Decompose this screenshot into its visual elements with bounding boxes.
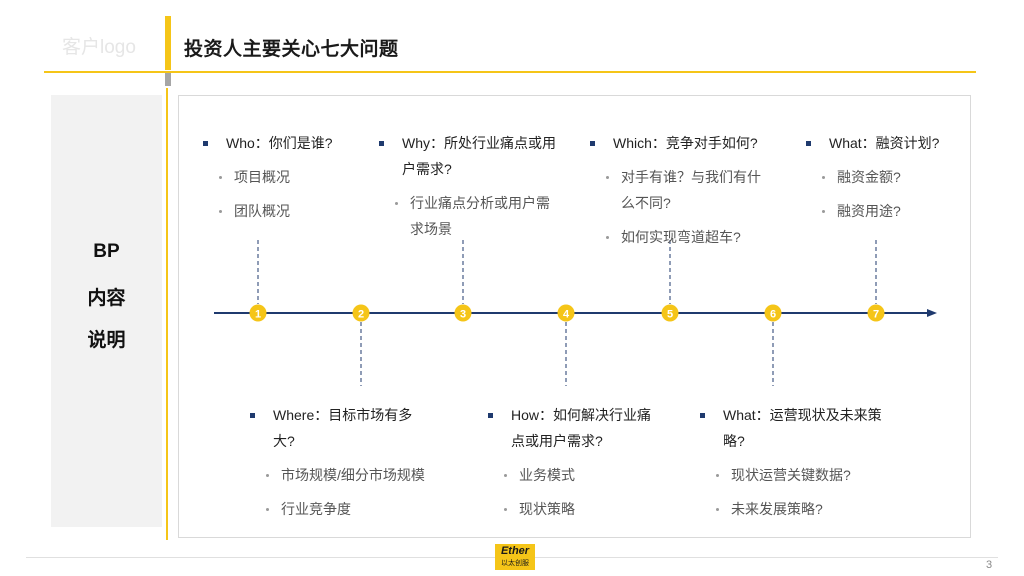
question-item: 未来发展策略? bbox=[700, 496, 920, 522]
node-number-7: 7 bbox=[873, 309, 879, 321]
item-text: 未来发展策略? bbox=[731, 501, 823, 517]
bullet-square bbox=[700, 413, 705, 418]
bullet-dot bbox=[504, 508, 507, 511]
item-text: 对手有谁？与我们有什 bbox=[621, 169, 761, 185]
heading-text: Why：所处行业痛点或用 bbox=[402, 135, 556, 151]
question-item: 市场规模/细分市场规模 bbox=[250, 462, 460, 488]
bullet-dot bbox=[219, 210, 222, 213]
heading-text: Which：竞争对手如何? bbox=[613, 135, 758, 151]
heading-text: How：如何解决行业痛 bbox=[511, 407, 652, 423]
question-heading: Which：竞争对手如何? bbox=[590, 130, 790, 156]
question-item: 行业竞争度 bbox=[250, 496, 460, 522]
footer-logo-subtext: 以太创服 bbox=[501, 560, 529, 567]
question-item: 行业痛点分析或用户需 求场景 bbox=[379, 190, 579, 242]
node-number-5: 5 bbox=[667, 309, 673, 321]
bullet-dot bbox=[822, 210, 825, 213]
question-how: How：如何解决行业痛 点或用户需求? 业务模式 现状策略 bbox=[488, 402, 688, 522]
footer-logo-wordmark: Ether bbox=[500, 545, 530, 557]
item-text: 行业痛点分析或用户需 bbox=[410, 195, 550, 211]
heading-text: What：融资计划? bbox=[829, 135, 940, 151]
item-text: 融资用途? bbox=[837, 203, 901, 219]
item-text: 求场景 bbox=[410, 221, 452, 237]
question-item: 现状策略 bbox=[488, 496, 688, 522]
bullet-dot bbox=[822, 176, 825, 179]
bullet-dot bbox=[266, 474, 269, 477]
bullet-square bbox=[250, 413, 255, 418]
question-why: Why：所处行业痛点或用 户需求? 行业痛点分析或用户需 求场景 bbox=[379, 130, 579, 242]
question-what-financing: What：融资计划? 融资金额? 融资用途? bbox=[806, 130, 966, 224]
question-heading: Why：所处行业痛点或用 户需求? bbox=[379, 130, 579, 182]
item-text: 团队概况 bbox=[234, 203, 290, 219]
question-item: 融资金额? bbox=[806, 164, 966, 190]
question-item: 团队概况 bbox=[203, 198, 363, 224]
bullet-square bbox=[203, 141, 208, 146]
item-text: 行业竞争度 bbox=[281, 501, 351, 517]
heading-text: Where：目标市场有多 bbox=[273, 407, 413, 423]
question-what-operations: What：运营现状及未来策 略? 现状运营关键数据? 未来发展策略? bbox=[700, 402, 920, 522]
question-item: 如何实现弯道超车? bbox=[590, 224, 790, 250]
question-heading: Where：目标市场有多 大? bbox=[250, 402, 460, 454]
heading-text: 户需求? bbox=[402, 161, 452, 177]
question-item: 融资用途? bbox=[806, 198, 966, 224]
item-text: 业务模式 bbox=[519, 467, 575, 483]
footer-logo: Ether 以太创服 bbox=[495, 544, 535, 570]
question-which: Which：竞争对手如何? 对手有谁？与我们有什 么不同? 如何实现弯道超车? bbox=[590, 130, 790, 250]
question-item: 对手有谁？与我们有什 么不同? bbox=[590, 164, 790, 216]
bullet-dot bbox=[266, 508, 269, 511]
question-who: Who：你们是谁? 项目概况 团队概况 bbox=[203, 130, 363, 224]
item-text: 么不同? bbox=[621, 195, 671, 211]
question-heading: Who：你们是谁? bbox=[203, 130, 363, 156]
bullet-dot bbox=[504, 474, 507, 477]
bullet-square bbox=[488, 413, 493, 418]
heading-text: What：运营现状及未来策 bbox=[723, 407, 882, 423]
question-item: 项目概况 bbox=[203, 164, 363, 190]
question-heading: What：运营现状及未来策 略? bbox=[700, 402, 920, 454]
bullet-square bbox=[590, 141, 595, 146]
item-text: 融资金额? bbox=[837, 169, 901, 185]
bullet-dot bbox=[395, 202, 398, 205]
question-item: 现状运营关键数据? bbox=[700, 462, 920, 488]
bullet-dot bbox=[606, 236, 609, 239]
node-number-4: 4 bbox=[563, 309, 570, 321]
item-text: 现状策略 bbox=[519, 501, 575, 517]
node-number-6: 6 bbox=[770, 309, 776, 321]
question-item: 业务模式 bbox=[488, 462, 688, 488]
heading-text: Who：你们是谁? bbox=[226, 135, 333, 151]
heading-text: 点或用户需求? bbox=[511, 433, 603, 449]
bullet-dot bbox=[716, 508, 719, 511]
question-heading: How：如何解决行业痛 点或用户需求? bbox=[488, 402, 688, 454]
timeline-arrowhead bbox=[927, 309, 937, 317]
question-where: Where：目标市场有多 大? 市场规模/细分市场规模 行业竞争度 bbox=[250, 402, 460, 522]
heading-text: 略? bbox=[723, 433, 745, 449]
item-text: 如何实现弯道超车? bbox=[621, 229, 741, 245]
item-text: 现状运营关键数据? bbox=[731, 467, 851, 483]
bullet-square bbox=[379, 141, 384, 146]
node-number-3: 3 bbox=[460, 309, 466, 321]
bullet-dot bbox=[716, 474, 719, 477]
item-text: 市场规模/细分市场规模 bbox=[281, 467, 425, 483]
bullet-square bbox=[806, 141, 811, 146]
item-text: 项目概况 bbox=[234, 169, 290, 185]
page-number: 3 bbox=[986, 559, 993, 571]
node-number-1: 1 bbox=[255, 309, 261, 321]
question-heading: What：融资计划? bbox=[806, 130, 966, 156]
bullet-dot bbox=[606, 176, 609, 179]
bullet-dot bbox=[219, 176, 222, 179]
node-number-2: 2 bbox=[358, 309, 364, 321]
heading-text: 大? bbox=[273, 433, 295, 449]
